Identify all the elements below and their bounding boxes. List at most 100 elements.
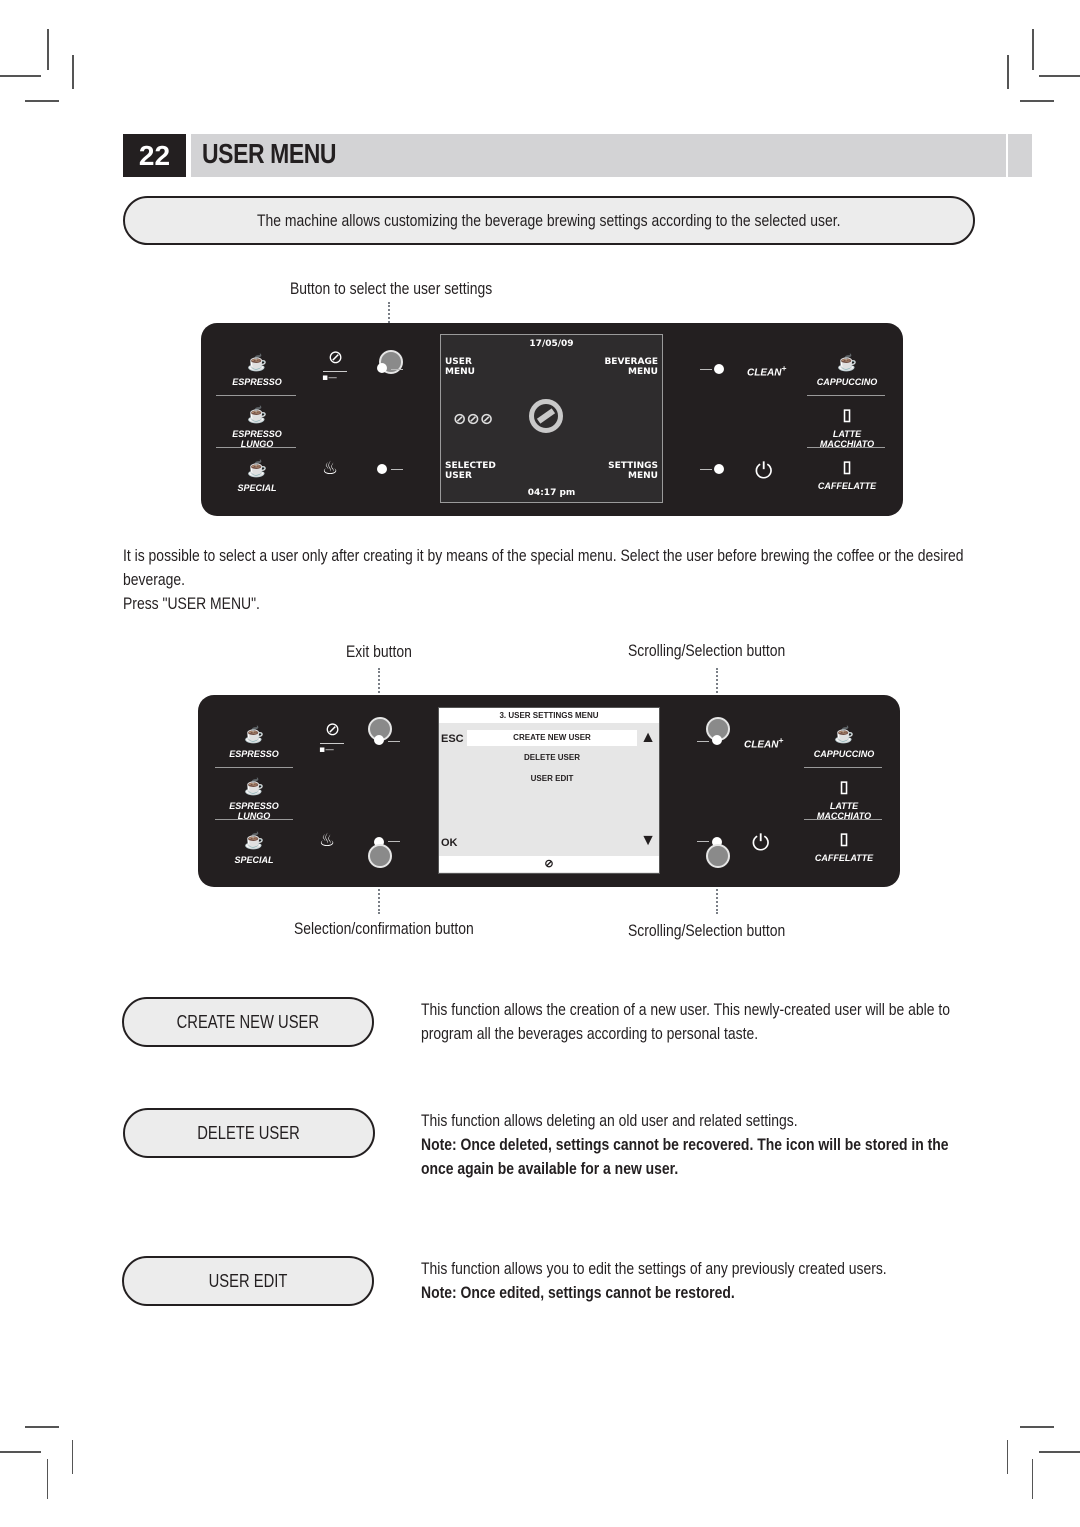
espresso-cup-icon: ☕: [247, 355, 267, 372]
user-edit-note: Note: Once edited, settings cannot be re…: [421, 1283, 735, 1302]
special-cup-icon: ☕: [244, 833, 264, 850]
callout-confirm: Selection/confirmation button: [294, 919, 474, 938]
cappuccino-button[interactable]: ☕ CAPPUCCINO: [802, 725, 886, 759]
beverage-menu-button[interactable]: [714, 364, 724, 374]
display-home: 17/05/09 USER MENU BEVERAGE MENU ⊘⊘⊘ SELEC…: [440, 334, 663, 503]
label-settings-menu: SETTINGS MENU: [608, 461, 658, 481]
crop-mark: [25, 100, 59, 102]
caffelatte-glass-icon: ▯: [842, 459, 852, 476]
intro-text: The machine allows customizing the bever…: [257, 210, 841, 230]
latte-macchiato-button[interactable]: ▯ LATTE MACCHIATO: [802, 777, 886, 821]
callout-scroll-top: Scrolling/Selection button: [628, 641, 786, 660]
led-line: [391, 369, 403, 370]
divider: [216, 447, 296, 448]
label-selected-user: SELECTED USER: [445, 461, 496, 481]
espresso-button[interactable]: ☕ ESPRESSO: [215, 353, 299, 387]
caffelatte-button[interactable]: ▯ CAFFELATTE: [805, 457, 889, 491]
header-bar-end: [1008, 134, 1032, 177]
led-line: [388, 841, 400, 842]
menu-item-user-edit[interactable]: USER EDIT: [467, 774, 637, 783]
cappuccino-button[interactable]: ☕ CAPPUCCINO: [805, 353, 889, 387]
scroll-down-icon: ▼: [640, 832, 656, 849]
ground-coffee-icon[interactable]: ▪—: [319, 745, 334, 755]
espresso-lungo-button[interactable]: ☕ ESPRESSO LUNGO: [212, 777, 296, 821]
led-line: [697, 841, 709, 842]
menu-item-create-new-user[interactable]: CREATE NEW USER: [467, 730, 637, 746]
control-panel-home: ☕ ESPRESSO ☕ ESPRESSO LUNGO ☕ SPECIAL ⊘ ▪— …: [201, 323, 903, 516]
power-icon[interactable]: ⏻: [755, 459, 772, 484]
espresso-button[interactable]: ☕ ESPRESSO: [212, 725, 296, 759]
cappuccino-cup-icon: ☕: [837, 355, 857, 372]
hot-water-icon[interactable]: ♨: [322, 458, 338, 479]
callout-scroll-bottom: Scrolling/Selection button: [628, 921, 786, 940]
instruction-line-3: Press "USER MENU".: [123, 594, 260, 613]
caffelatte-glass-icon: ▯: [839, 831, 849, 848]
divider: [215, 819, 293, 820]
crop-mark: [1039, 1451, 1080, 1453]
led-indicator: [374, 735, 384, 745]
menu-item-delete-user[interactable]: DELETE USER: [467, 753, 637, 762]
instruction-line-2: beverage.: [123, 570, 186, 589]
control-panel-user-settings: ☕ ESPRESSO ☕ ESPRESSO LUNGO ☕ SPECIAL ⊘ ▪— …: [198, 695, 900, 887]
cappuccino-cup-icon: ☕: [834, 727, 854, 744]
led-line: [700, 369, 712, 370]
delete-user-note-1: Note: Once deleted, settings cannot be r…: [421, 1135, 949, 1154]
led-line: [391, 469, 403, 470]
divider: [216, 395, 296, 396]
led-indicator: [712, 735, 722, 745]
hot-water-icon[interactable]: ♨: [319, 830, 335, 851]
espresso-lungo-button[interactable]: ☕ ESPRESSO LUNGO: [215, 405, 299, 449]
crop-mark: [0, 1451, 41, 1453]
crop-mark: [1020, 100, 1054, 102]
plus-icon: +: [781, 363, 787, 373]
latte-glass-icon: ▯: [842, 407, 852, 424]
create-new-user-desc-1: This function allows the creation of a n…: [421, 1000, 950, 1019]
scroll-up-icon: ▲: [640, 729, 656, 746]
led-indicator: [377, 363, 387, 373]
callout-user-settings: Button to select the user settings: [290, 279, 493, 298]
delete-user-desc: This function allows deleting an old use…: [421, 1111, 798, 1130]
special-button[interactable]: ☕ SPECIAL: [215, 459, 299, 493]
section-number: 22: [123, 134, 186, 177]
crop-mark: [25, 1426, 59, 1428]
lungo-cup-icon: ☕: [247, 407, 267, 424]
create-new-user-label: CREATE NEW USER: [122, 997, 374, 1047]
selected-user-button[interactable]: [377, 464, 387, 474]
clean-button[interactable]: CLEAN+: [747, 363, 786, 378]
ground-coffee-icon[interactable]: ▪—: [322, 373, 337, 383]
divider: [804, 819, 882, 820]
coffee-bean-icon[interactable]: ⊘: [325, 719, 340, 740]
brand-logo-icon: ⊘: [439, 856, 659, 872]
settings-menu-button[interactable]: [714, 464, 724, 474]
clean-button[interactable]: CLEAN+: [744, 735, 783, 750]
menu-title: 3. USER SETTINGS MENU: [439, 708, 659, 723]
led-line: [697, 741, 709, 742]
divider: [807, 395, 885, 396]
special-cup-icon: ☕: [247, 461, 267, 478]
crop-mark: [72, 1440, 73, 1474]
caffelatte-button[interactable]: ▯ CAFFELATTE: [802, 829, 886, 863]
divider: [807, 447, 885, 448]
page-title: USER MENU: [202, 138, 337, 169]
crop-mark: [47, 29, 49, 70]
lungo-cup-icon: ☕: [244, 779, 264, 796]
delete-user-label: DELETE USER: [123, 1108, 375, 1158]
crop-mark: [1020, 1426, 1054, 1428]
latte-macchiato-button[interactable]: ▯ LATTE MACCHIATO: [805, 405, 889, 449]
crop-mark: [47, 1459, 48, 1499]
instruction-line-1: It is possible to select a user only aft…: [123, 546, 964, 565]
led-line: [388, 741, 400, 742]
label-beverage-menu: BEVERAGE MENU: [604, 357, 658, 377]
display-user-settings: 3. USER SETTINGS MENU ESC CREATE NEW USE…: [438, 707, 660, 874]
create-new-user-desc-2: program all the beverages according to p…: [421, 1024, 759, 1043]
delete-user-note-2: once again be available for a new user.: [421, 1159, 679, 1178]
display-date: 17/05/09: [529, 339, 574, 349]
divider: [804, 767, 882, 768]
scroll-down-button[interactable]: [706, 844, 730, 868]
coffee-bean-icon[interactable]: ⊘: [328, 347, 343, 368]
power-icon[interactable]: ⏻: [752, 831, 769, 856]
brand-logo-icon: [529, 399, 563, 433]
latte-glass-icon: ▯: [839, 779, 849, 796]
confirm-button[interactable]: [368, 844, 392, 868]
special-button[interactable]: ☕ SPECIAL: [212, 831, 296, 865]
